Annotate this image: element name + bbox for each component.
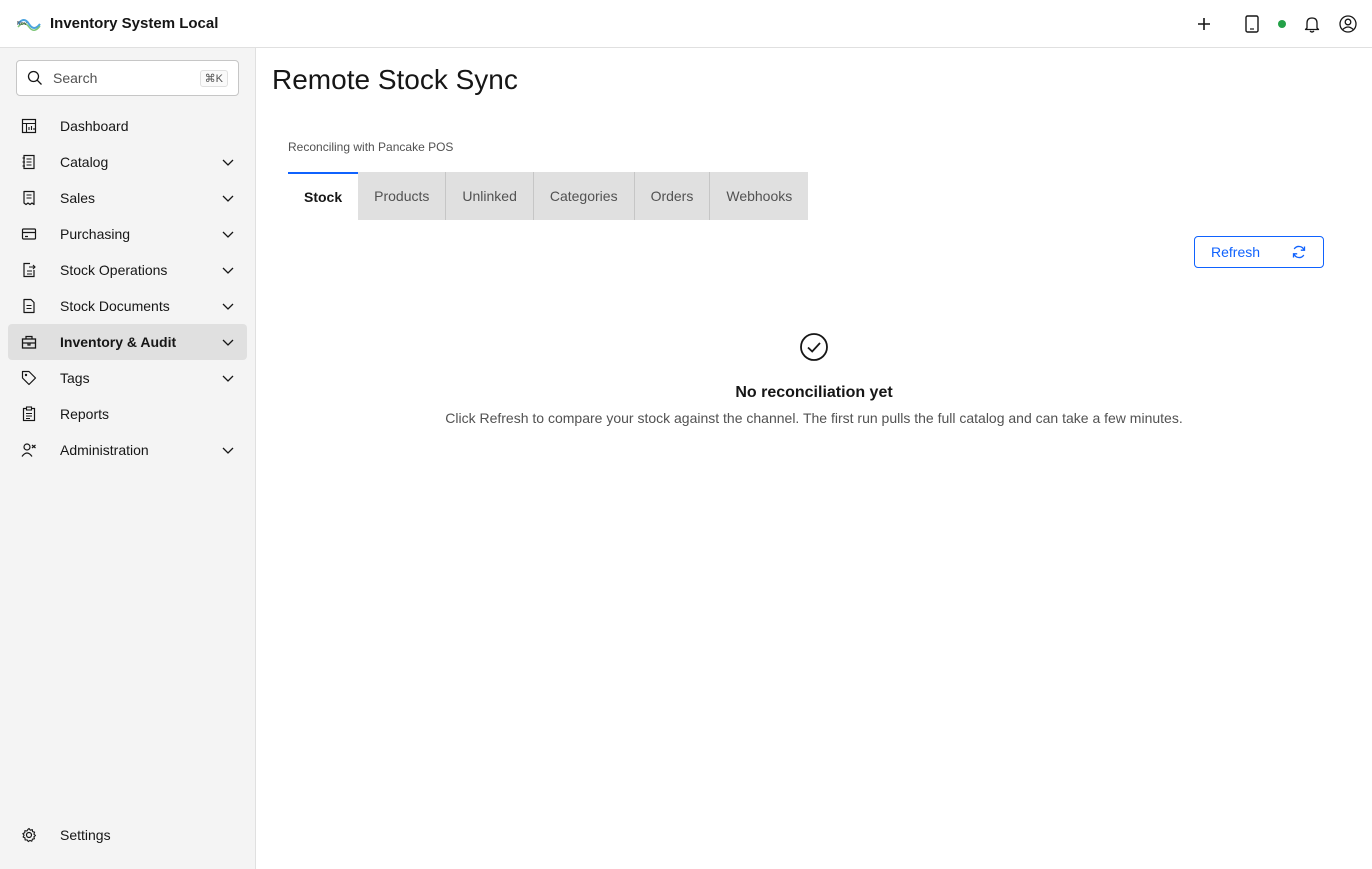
sidebar-item-label: Sales (60, 190, 96, 206)
tab-webhooks[interactable]: Webhooks (709, 172, 809, 220)
chevron-down-icon (222, 447, 234, 454)
empty-state-description: Click Refresh to compare your stock agai… (445, 410, 1183, 426)
brand[interactable]: Nov Inventory System Local (0, 14, 218, 34)
add-button[interactable] (1186, 0, 1222, 48)
notifications-button[interactable] (1294, 0, 1330, 48)
sidebar-item-label: Inventory & Audit (60, 334, 177, 350)
sidebar-item-purchasing[interactable]: Purchasing (8, 216, 247, 252)
sidebar-item-label: Dashboard (60, 118, 129, 134)
user-menu-button[interactable] (1330, 0, 1366, 48)
document-icon (23, 298, 35, 314)
connection-status-indicator (1278, 20, 1286, 28)
sidebar-item-stock-documents[interactable]: Stock Documents (8, 288, 247, 324)
svg-text:Nov: Nov (17, 21, 27, 27)
header-actions (1186, 0, 1372, 48)
chevron-down-icon (222, 375, 234, 382)
stock-operations-icon (23, 262, 36, 278)
sidebar-item-label: Tags (60, 370, 90, 386)
search-input[interactable]: Search ⌘K (16, 60, 239, 96)
device-button[interactable] (1234, 0, 1270, 48)
sidebar-item-label: Stock Documents (60, 298, 170, 314)
sidebar-item-administration[interactable]: Administration (8, 432, 247, 468)
page-subtitle: Reconciling with Pancake POS (288, 140, 454, 154)
sidebar-item-catalog[interactable]: Catalog (8, 144, 247, 180)
add-icon (1198, 18, 1210, 30)
sidebar-item-label: Administration (60, 442, 149, 458)
empty-state: No reconciliation yet Click Refresh to c… (256, 332, 1372, 426)
chevron-down-icon (222, 159, 234, 166)
notification-icon (1304, 17, 1320, 33)
sidebar-item-stock-operations[interactable]: Stock Operations (8, 252, 247, 288)
sidebar-item-reports[interactable]: Reports (8, 396, 247, 432)
tab-stock[interactable]: Stock (288, 172, 359, 220)
tab-list: Stock Products Unlinked Categories Order… (288, 172, 809, 220)
settings-label: Settings (60, 827, 111, 843)
sidebar-item-tags[interactable]: Tags (8, 360, 247, 396)
purchasing-icon (21, 228, 37, 240)
search-placeholder: Search (53, 70, 98, 86)
sidebar-nav: Dashboard Catalog Sales Purchasing Stock… (8, 108, 247, 468)
catalog-icon (22, 154, 35, 170)
sidebar-item-sales[interactable]: Sales (8, 180, 247, 216)
refresh-icon (1292, 245, 1306, 259)
user-avatar-icon (1339, 15, 1357, 33)
search-shortcut: ⌘K (199, 69, 228, 87)
chevron-down-icon (222, 195, 234, 202)
sidebar-item-label: Stock Operations (60, 262, 168, 278)
report-icon (22, 406, 36, 422)
dashboard-icon (21, 118, 37, 134)
sidebar-item-label: Catalog (60, 154, 109, 170)
refresh-button-label: Refresh (1211, 244, 1261, 260)
tab-unlinked[interactable]: Unlinked (445, 172, 533, 220)
chevron-down-icon (222, 231, 234, 238)
top-header: Nov Inventory System Local (0, 0, 1372, 48)
sidebar-item-dashboard[interactable]: Dashboard (8, 108, 247, 144)
search-icon (27, 70, 42, 85)
empty-state-title: No reconciliation yet (735, 384, 893, 401)
chevron-down-icon (222, 303, 234, 310)
sales-icon (23, 190, 35, 206)
sidebar-item-label: Reports (60, 406, 110, 422)
tab-products[interactable]: Products (358, 172, 446, 220)
sidebar-item-label: Purchasing (60, 226, 131, 242)
app-title: Inventory System Local (50, 15, 219, 32)
gear-icon (22, 827, 37, 843)
sidebar: Search ⌘K Dashboard Catalog Sales Purcha… (0, 48, 256, 869)
page-title: Remote Stock Sync (272, 64, 518, 95)
inventory-icon (21, 335, 37, 349)
checkmark-circle-icon (800, 333, 828, 361)
chevron-down-icon (222, 339, 234, 346)
main-content: Remote Stock Sync Reconciling with Panca… (256, 48, 1372, 869)
logo-icon: Nov (17, 18, 41, 31)
sidebar-item-settings[interactable]: Settings (8, 817, 247, 853)
tablet-icon (1245, 15, 1259, 33)
sidebar-item-inventory-audit[interactable]: Inventory & Audit (8, 324, 247, 360)
chevron-down-icon (222, 267, 234, 274)
administration-icon (21, 443, 36, 457)
tag-icon (21, 370, 37, 386)
refresh-button[interactable]: Refresh (1194, 236, 1324, 268)
tab-categories[interactable]: Categories (532, 172, 634, 220)
tab-orders[interactable]: Orders (633, 172, 710, 220)
